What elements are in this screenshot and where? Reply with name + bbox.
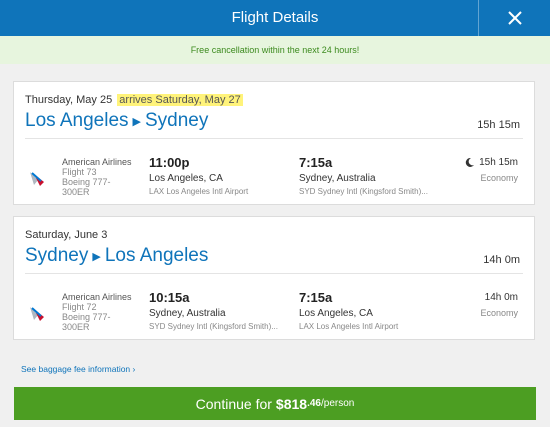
- return-date: Saturday, June 3: [25, 229, 108, 241]
- baggage-fee-link[interactable]: See baggage fee information ›: [21, 364, 135, 374]
- outbound-date: Thursday, May 25: [25, 94, 113, 106]
- outbound-date-line: Thursday, May 25 arrives Saturday, May 2…: [25, 94, 243, 106]
- departure-time: 11:00p: [149, 155, 190, 170]
- continue-price: $818: [275, 395, 308, 412]
- leg-duration: 14h 0m: [485, 292, 518, 303]
- continue-button[interactable]: Continue for $818 .46 /person: [14, 387, 536, 420]
- page-title: Flight Details: [231, 9, 319, 26]
- arrival-city: Sydney, Australia: [299, 173, 376, 184]
- outbound-flight-card: Thursday, May 25 arrives Saturday, May 2…: [13, 81, 535, 205]
- departure-city: Sydney, Australia: [149, 308, 226, 319]
- cabin-class: Economy: [480, 173, 518, 183]
- departure-city: Los Angeles, CA: [149, 173, 223, 184]
- close-icon: [507, 11, 522, 25]
- route-arrow-icon: ▶: [132, 115, 141, 128]
- return-total-duration: 14h 0m: [483, 254, 520, 266]
- outbound-destination: Sydney: [145, 110, 209, 131]
- outbound-route: Los Angeles ▶ Sydney: [25, 110, 208, 132]
- departure-time: 10:15a: [149, 290, 190, 305]
- american-airlines-logo-icon: [30, 172, 44, 186]
- aircraft-type: Boeing 777-300ER: [62, 177, 111, 197]
- arrives-badge: arrives Saturday, May 27: [117, 94, 243, 106]
- baggage-fee-link-label: See baggage fee information: [21, 364, 131, 374]
- arrival-airport: SYD Sydney Intl (Kingsford Smith)...: [299, 187, 428, 196]
- airline-info: American Airlines Flight 73 Boeing 777-3…: [62, 157, 132, 197]
- airline-name: American Airlines: [62, 157, 132, 167]
- airline-info: American Airlines Flight 72 Boeing 777-3…: [62, 292, 132, 332]
- airline-name: American Airlines: [62, 292, 132, 302]
- departure-airport: LAX Los Angeles Intl Airport: [149, 187, 249, 196]
- divider: [25, 273, 523, 274]
- continue-per-person: /person: [320, 398, 355, 409]
- leg-duration-value: 15h 15m: [479, 157, 518, 168]
- arrival-city: Los Angeles, CA: [299, 308, 373, 319]
- american-airlines-logo-icon: [30, 307, 44, 321]
- leg-duration-value: 14h 0m: [484, 292, 518, 303]
- return-flight-card: Saturday, June 3 Sydney ▶ Los Angeles 14…: [13, 216, 535, 340]
- return-destination: Los Angeles: [104, 245, 209, 266]
- free-cancellation-banner: Free cancellation within the next 24 hou…: [0, 36, 550, 64]
- arrival-time: 7:15a: [299, 290, 333, 305]
- flight-number: Flight 72: [62, 302, 97, 312]
- continue-label: Continue for: [195, 395, 272, 412]
- leg-duration: 15h 15m: [464, 157, 518, 168]
- divider: [25, 138, 523, 139]
- return-origin: Sydney: [25, 245, 89, 266]
- aircraft-type: Boeing 777-300ER: [62, 312, 111, 332]
- return-leg: American Airlines Flight 72 Boeing 777-3…: [14, 282, 534, 337]
- arrival-airport: LAX Los Angeles Intl Airport: [299, 322, 399, 331]
- route-arrow-icon: ▶: [92, 250, 101, 263]
- arrival-time: 7:15a: [299, 155, 333, 170]
- close-button[interactable]: [478, 0, 550, 36]
- continue-price-cents: .46: [307, 398, 321, 409]
- departure-airport: SYD Sydney Intl (Kingsford Smith)...: [149, 322, 278, 331]
- outbound-leg: American Airlines Flight 73 Boeing 777-3…: [14, 147, 534, 202]
- flight-number: Flight 73: [62, 167, 97, 177]
- header-bar: Flight Details: [0, 0, 550, 36]
- cabin-class: Economy: [480, 308, 518, 318]
- outbound-origin: Los Angeles: [25, 110, 129, 131]
- chevron-right-icon: ›: [132, 364, 136, 374]
- return-date-line: Saturday, June 3: [25, 229, 107, 241]
- outbound-total-duration: 15h 15m: [477, 119, 520, 131]
- return-route: Sydney ▶ Los Angeles: [25, 245, 208, 267]
- moon-icon: [465, 157, 475, 167]
